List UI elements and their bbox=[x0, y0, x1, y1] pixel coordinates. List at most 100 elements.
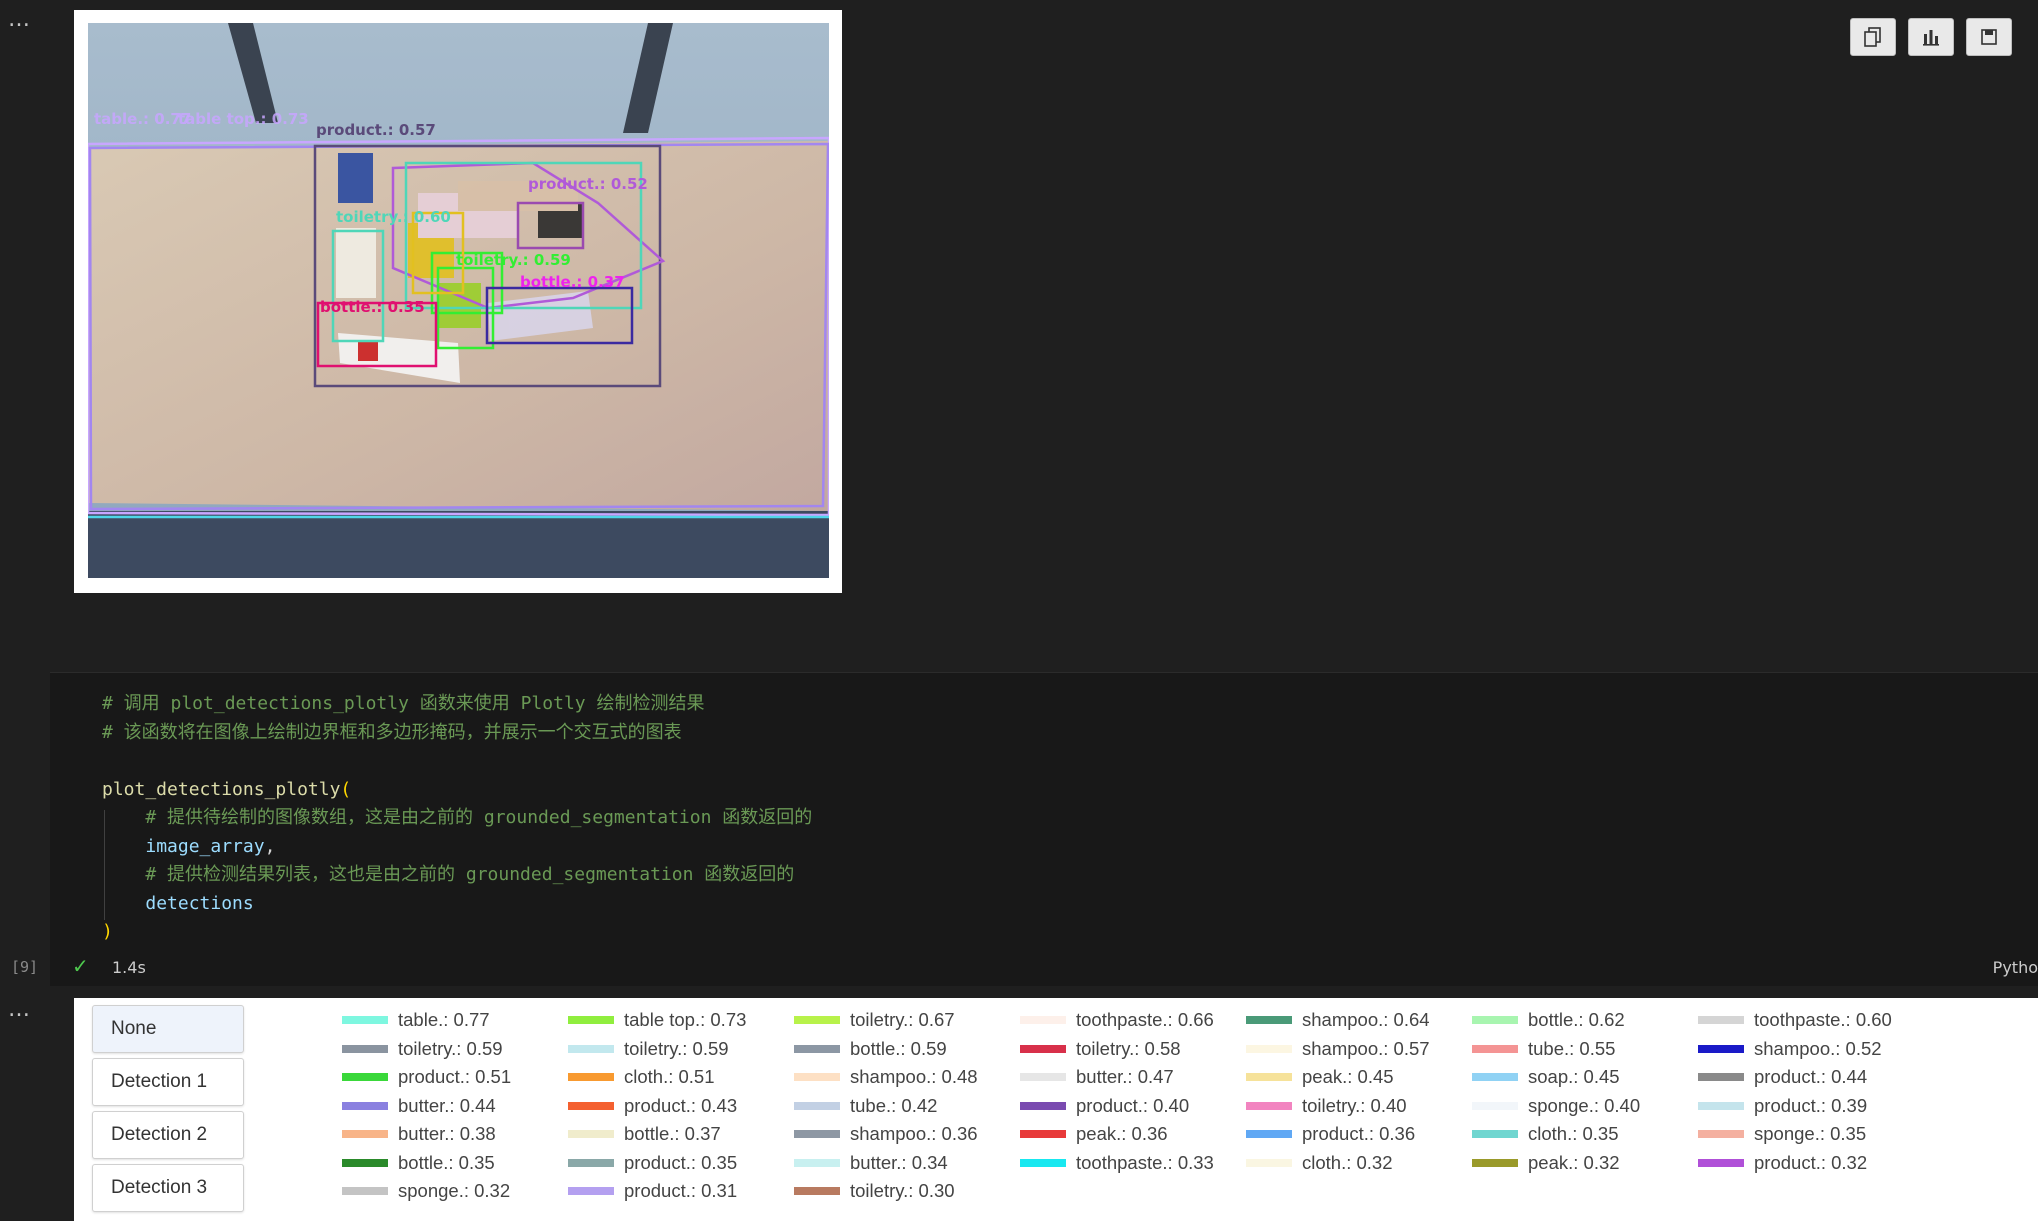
legend-item[interactable]: toiletry.: 0.58 bbox=[1020, 1035, 1246, 1064]
chart-button[interactable] bbox=[1908, 18, 1954, 56]
legend-item[interactable]: soap.: 0.45 bbox=[1472, 1063, 1698, 1092]
kernel-language[interactable]: Pytho bbox=[1993, 958, 2038, 977]
legend-label: peak.: 0.45 bbox=[1302, 1066, 1394, 1088]
legend-swatch bbox=[342, 1101, 388, 1110]
legend-item[interactable]: cloth.: 0.32 bbox=[1246, 1149, 1472, 1178]
legend-swatch bbox=[568, 1101, 614, 1110]
legend-item[interactable]: product.: 0.51 bbox=[342, 1063, 568, 1092]
legend-label: shampoo.: 0.52 bbox=[1754, 1037, 1882, 1059]
legend-label: product.: 0.51 bbox=[398, 1066, 512, 1088]
legend-item[interactable]: butter.: 0.34 bbox=[794, 1149, 1020, 1178]
legend-item[interactable]: bottle.: 0.59 bbox=[794, 1035, 1020, 1064]
legend-item[interactable]: sponge.: 0.35 bbox=[1698, 1120, 1924, 1149]
legend-item[interactable]: shampoo.: 0.52 bbox=[1698, 1035, 1924, 1064]
function-name: plot_detections_plotly bbox=[102, 778, 341, 800]
legend-item[interactable]: bottle.: 0.35 bbox=[342, 1149, 568, 1178]
legend-item[interactable]: cloth.: 0.35 bbox=[1472, 1120, 1698, 1149]
legend-item[interactable]: cloth.: 0.51 bbox=[568, 1063, 794, 1092]
legend-label: toothpaste.: 0.60 bbox=[1754, 1009, 1892, 1031]
legend-label: product.: 0.32 bbox=[1754, 1151, 1868, 1173]
legend-label: toiletry.: 0.59 bbox=[624, 1037, 729, 1059]
legend-item[interactable]: bottle.: 0.62 bbox=[1472, 1006, 1698, 1035]
legend-item[interactable]: butter.: 0.44 bbox=[342, 1092, 568, 1121]
legend-item[interactable]: toiletry.: 0.67 bbox=[794, 1006, 1020, 1035]
legend-label: peak.: 0.36 bbox=[1076, 1123, 1168, 1145]
save-button[interactable] bbox=[1966, 18, 2012, 56]
legend-item[interactable]: toothpaste.: 0.66 bbox=[1020, 1006, 1246, 1035]
legend-label: toiletry.: 0.58 bbox=[1076, 1037, 1181, 1059]
cell-menu-icon[interactable]: … bbox=[8, 9, 31, 31]
legend-swatch bbox=[794, 1016, 840, 1025]
legend-swatch bbox=[1020, 1101, 1066, 1110]
indent-guide bbox=[104, 810, 105, 920]
legend-item[interactable]: shampoo.: 0.57 bbox=[1246, 1035, 1472, 1064]
cell-menu-icon[interactable]: … bbox=[8, 999, 31, 1021]
legend-item[interactable]: product.: 0.31 bbox=[568, 1177, 794, 1206]
code-comment: # 该函数将在图像上绘制边界框和多边形掩码，并展示一个交互式的图表 bbox=[102, 721, 682, 743]
legend-item[interactable]: shampoo.: 0.48 bbox=[794, 1063, 1020, 1092]
copy-icon bbox=[1864, 27, 1881, 47]
legend-label: toothpaste.: 0.33 bbox=[1076, 1151, 1214, 1173]
legend-swatch bbox=[342, 1016, 388, 1025]
legend-swatch bbox=[794, 1158, 840, 1167]
legend-swatch bbox=[568, 1130, 614, 1139]
code-editor[interactable]: # 调用 plot_detections_plotly 函数来使用 Plotly… bbox=[102, 690, 812, 947]
button-detection-2[interactable]: Detection 2 bbox=[92, 1111, 244, 1159]
legend-swatch bbox=[1698, 1101, 1744, 1110]
legend-swatch bbox=[568, 1016, 614, 1025]
legend-swatch bbox=[1698, 1158, 1744, 1167]
copy-button[interactable] bbox=[1850, 18, 1896, 56]
legend-item[interactable]: toiletry.: 0.40 bbox=[1246, 1092, 1472, 1121]
legend-item[interactable]: sponge.: 0.32 bbox=[342, 1177, 568, 1206]
argument: image_array bbox=[145, 835, 265, 857]
legend-item[interactable]: product.: 0.32 bbox=[1698, 1149, 1924, 1178]
legend-label: product.: 0.31 bbox=[624, 1180, 738, 1202]
button-none[interactable]: None bbox=[92, 1005, 244, 1053]
legend-item[interactable]: product.: 0.35 bbox=[568, 1149, 794, 1178]
legend-item[interactable]: product.: 0.44 bbox=[1698, 1063, 1924, 1092]
plotly-output: None Detection 1 Detection 2 Detection 3… bbox=[74, 998, 2038, 1221]
legend-item[interactable]: shampoo.: 0.36 bbox=[794, 1120, 1020, 1149]
legend-item[interactable]: peak.: 0.32 bbox=[1472, 1149, 1698, 1178]
legend-item[interactable]: peak.: 0.36 bbox=[1020, 1120, 1246, 1149]
legend-item[interactable]: product.: 0.36 bbox=[1246, 1120, 1472, 1149]
legend-swatch bbox=[794, 1187, 840, 1196]
legend-label: soap.: 0.45 bbox=[1528, 1066, 1620, 1088]
legend-label: shampoo.: 0.64 bbox=[1302, 1009, 1430, 1031]
legend-swatch bbox=[1472, 1016, 1518, 1025]
legend-item[interactable]: table top.: 0.73 bbox=[568, 1006, 794, 1035]
legend-item[interactable]: butter.: 0.47 bbox=[1020, 1063, 1246, 1092]
legend-item[interactable]: toothpaste.: 0.33 bbox=[1020, 1149, 1246, 1178]
code-cell[interactable]: # 调用 plot_detections_plotly 函数来使用 Plotly… bbox=[50, 672, 2038, 986]
legend-item[interactable]: product.: 0.40 bbox=[1020, 1092, 1246, 1121]
legend-item[interactable]: toiletry.: 0.59 bbox=[342, 1035, 568, 1064]
legend-label: product.: 0.35 bbox=[624, 1151, 738, 1173]
button-detection-3[interactable]: Detection 3 bbox=[92, 1164, 244, 1212]
button-detection-1[interactable]: Detection 1 bbox=[92, 1058, 244, 1106]
legend-swatch bbox=[1020, 1158, 1066, 1167]
legend-item[interactable]: toiletry.: 0.30 bbox=[794, 1177, 1020, 1206]
legend-swatch bbox=[342, 1044, 388, 1053]
legend-label: shampoo.: 0.36 bbox=[850, 1123, 978, 1145]
legend-item[interactable]: tube.: 0.42 bbox=[794, 1092, 1020, 1121]
legend-item[interactable]: product.: 0.43 bbox=[568, 1092, 794, 1121]
legend-item[interactable]: butter.: 0.38 bbox=[342, 1120, 568, 1149]
legend-item[interactable]: peak.: 0.45 bbox=[1246, 1063, 1472, 1092]
legend-item[interactable]: product.: 0.39 bbox=[1698, 1092, 1924, 1121]
legend-item[interactable]: bottle.: 0.37 bbox=[568, 1120, 794, 1149]
legend-item[interactable]: toothpaste.: 0.60 bbox=[1698, 1006, 1924, 1035]
check-icon: ✓ bbox=[72, 954, 89, 978]
legend-item[interactable]: table.: 0.77 bbox=[342, 1006, 568, 1035]
legend-item[interactable]: sponge.: 0.40 bbox=[1472, 1092, 1698, 1121]
code-comment: # 提供待绘制的图像数组，这是由之前的 grounded_segmentatio… bbox=[145, 807, 813, 828]
legend-label: bottle.: 0.59 bbox=[850, 1037, 947, 1059]
legend-item[interactable]: tube.: 0.55 bbox=[1472, 1035, 1698, 1064]
legend-swatch bbox=[794, 1044, 840, 1053]
legend-swatch bbox=[794, 1073, 840, 1082]
detection-label: bottle.: 0.37 bbox=[520, 273, 625, 291]
detection-label: bottle.: 0.35 bbox=[320, 298, 425, 316]
legend-item[interactable]: toiletry.: 0.59 bbox=[568, 1035, 794, 1064]
detection-label: toiletry.: 0.60 bbox=[336, 208, 451, 226]
legend-label: table.: 0.77 bbox=[398, 1009, 490, 1031]
legend-item[interactable]: shampoo.: 0.64 bbox=[1246, 1006, 1472, 1035]
